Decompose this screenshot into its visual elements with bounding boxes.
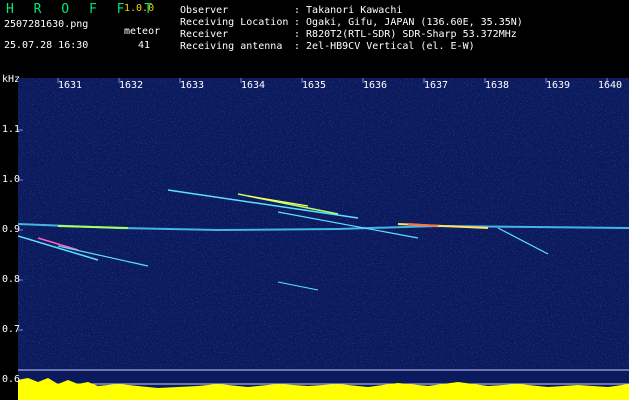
spectrogram-svg <box>18 78 629 400</box>
x-tick-1633: 1633 <box>180 80 205 91</box>
meteor-label: meteor <box>124 26 161 37</box>
x-tick-1632: 1632 <box>119 80 144 91</box>
x-tick-1634: 1634 <box>241 80 266 91</box>
header-panel: H R O F F T 1.0.0 2507281630.png 25.07.2… <box>0 0 629 78</box>
x-tick-1637: 1637 <box>424 80 449 91</box>
y-tick-0.9: 0.9 <box>2 224 21 235</box>
spectrogram-plot <box>18 78 629 400</box>
date-time: 25.07.28 16:30 <box>4 40 89 51</box>
x-tick-1631: 1631 <box>58 80 83 91</box>
y-tick-1.1: 1.1 <box>2 124 21 135</box>
info-label-receiver: Receiver <box>180 29 229 40</box>
x-tick-1638: 1638 <box>485 80 510 91</box>
meteor-count: 41 <box>138 40 151 51</box>
x-tick-1640: 1640 <box>598 80 623 91</box>
info-value-antenna: : 2el-HB9CV Vertical (el. E-W) <box>294 41 475 52</box>
info-value-observer: : Takanori Kawachi <box>294 5 403 16</box>
y-tick-0.7: 0.7 <box>2 324 21 335</box>
x-tick-1635: 1635 <box>302 80 327 91</box>
x-tick-1639: 1639 <box>546 80 571 91</box>
info-value-location: : Ogaki, Gifu, JAPAN (136.60E, 35.35N) <box>294 17 523 28</box>
info-label-observer: Observer <box>180 5 229 16</box>
y-tick-1.0: 1.0 <box>2 174 21 185</box>
x-tick-1636: 1636 <box>363 80 388 91</box>
file-name: 2507281630.png <box>4 19 89 30</box>
app-version: 1.0.0 <box>124 3 155 14</box>
info-value-receiver: : R820T2(RTL-SDR) SDR-Sharp 53.372MHz <box>294 29 517 40</box>
y-tick-0.8: 0.8 <box>2 274 21 285</box>
info-label-antenna: Receiving antenna <box>180 41 283 52</box>
y-tick-0.6: 0.6 <box>2 374 21 385</box>
info-label-location: Receiving Location <box>180 17 289 28</box>
